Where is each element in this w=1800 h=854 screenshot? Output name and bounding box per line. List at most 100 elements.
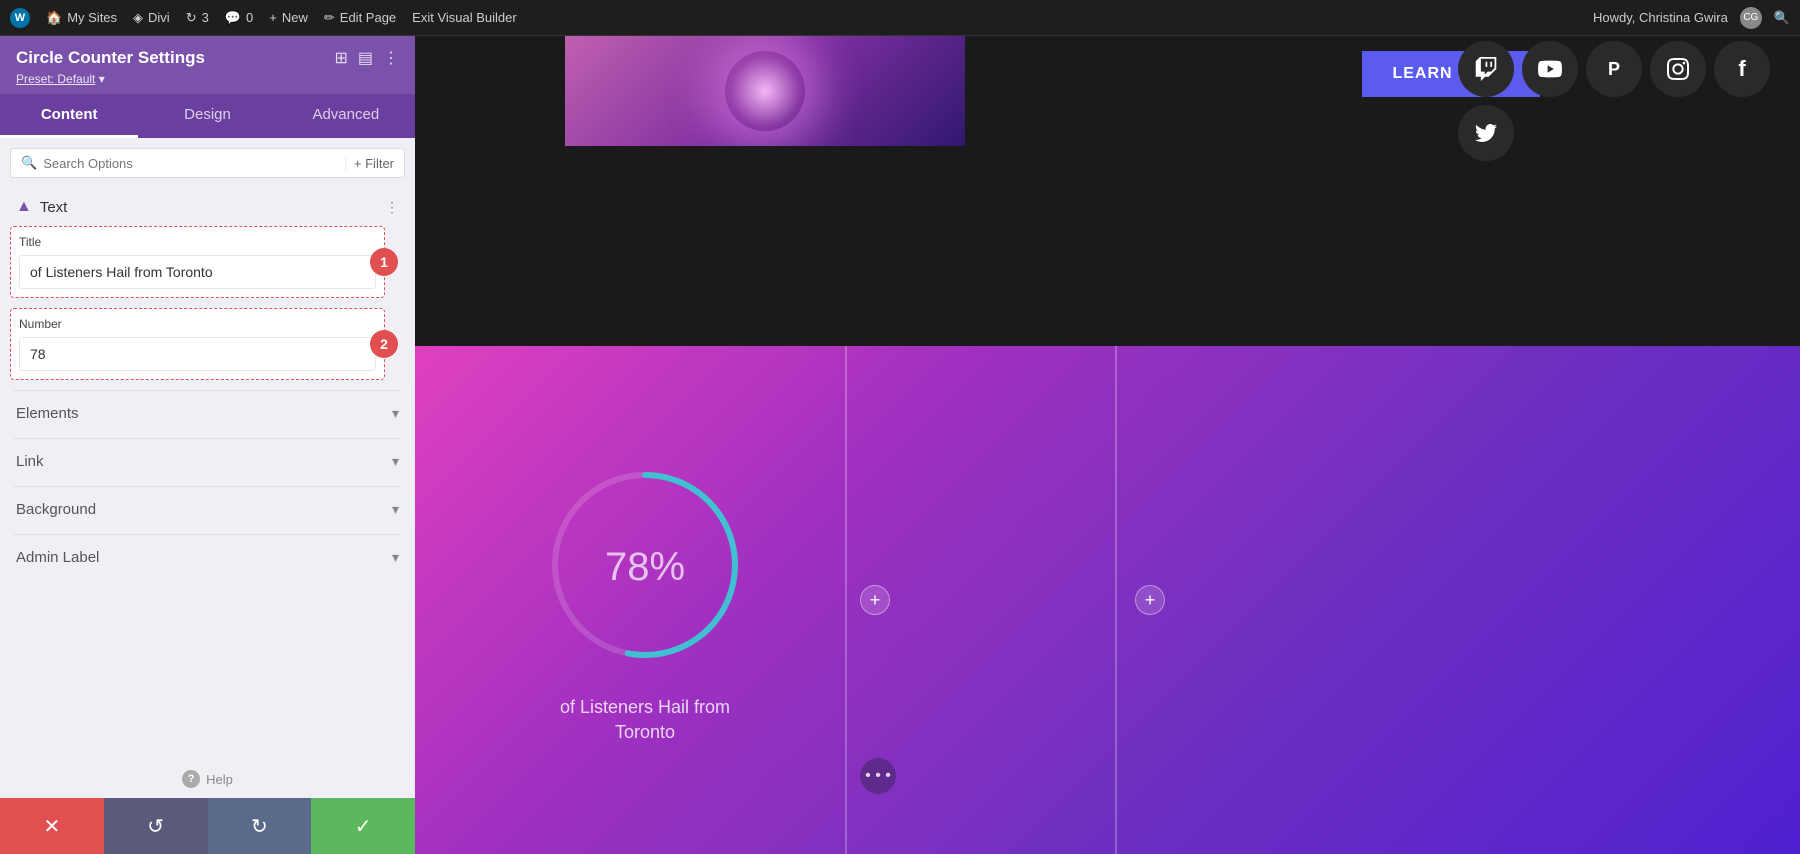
admin-bar-exit-builder[interactable]: Exit Visual Builder [412,10,517,25]
updates-icon: ↻ [186,10,197,26]
search-bar: 🔍 + Filter [10,148,405,178]
wp-logo[interactable]: W [10,8,30,28]
save-button[interactable]: ✓ [311,798,415,854]
admin-bar-comments[interactable]: 💬 0 [225,10,253,26]
search-icon: 🔍 [21,155,37,171]
chevron-down-background-icon: ▾ [392,501,399,518]
section-background-header[interactable]: Background ▾ [10,487,405,532]
filter-button[interactable]: + Filter [345,156,394,171]
admin-bar-new[interactable]: + New [269,10,308,25]
chevron-down-elements-icon: ▾ [392,405,399,422]
admin-bar-mysites[interactable]: 🏠 My Sites [46,10,117,26]
section-text-title: Text [40,199,68,216]
section-background: Background ▾ [10,487,405,532]
column-divider-2 [1115,346,1117,854]
panel-icon-2[interactable]: ▤ [358,48,373,68]
help-label: Help [206,772,233,787]
comments-icon: 💬 [225,10,241,26]
panel-tabs: Content Design Advanced [0,94,415,138]
section-link-title: Link [16,453,44,470]
section-elements: Elements ▾ [10,391,405,436]
home-icon: 🏠 [46,10,62,26]
panel-icon-1[interactable]: ⊞ [334,48,347,68]
social-row-2 [1458,105,1770,161]
top-content-area: LEARN MORE P f [415,36,1800,346]
title-field-label: Title [19,235,376,249]
admin-search-icon[interactable]: 🔍 [1774,10,1790,26]
redo-button[interactable]: ↻ [208,798,312,854]
tab-content[interactable]: Content [0,94,138,138]
panel-header: Circle Counter Settings ⊞ ▤ ⋮ Preset: De… [0,36,415,94]
divi-icon: ◈ [133,10,143,26]
admin-bar-right: Howdy, Christina Gwira CG 🔍 [1593,7,1790,29]
plus-icon: + [269,10,277,25]
main-layout: Circle Counter Settings ⊞ ▤ ⋮ Preset: De… [0,36,1800,854]
cancel-icon: ✕ [43,814,60,839]
circle-chart: 78% [535,455,755,675]
panel-preset[interactable]: Preset: Default ▾ [16,72,399,86]
chevron-down-link-icon: ▾ [392,453,399,470]
undo-button[interactable]: ↺ [104,798,208,854]
section-link-header[interactable]: Link ▾ [10,439,405,484]
admin-bar-edit-page[interactable]: ✏ Edit Page [324,10,396,26]
number-input[interactable] [19,337,376,371]
panel-header-icons: ⊞ ▤ ⋮ [334,48,399,68]
facebook-icon[interactable]: f [1714,41,1770,97]
panel-content: ▲ Text ⋮ Title 1 Number 2 [0,188,415,760]
bottom-purple-section: 78% of Listeners Hail from Toronto + + •… [415,346,1800,854]
column-divider-1 [845,346,847,854]
badge-1: 1 [370,248,398,276]
help-bar[interactable]: ? Help [0,760,415,798]
help-icon: ? [182,770,200,788]
section-text-header[interactable]: ▲ Text ⋮ [10,188,405,226]
section-text-menu-icon[interactable]: ⋮ [385,199,399,216]
section-menu-button[interactable]: • • • [860,758,896,794]
circle-counter-widget: 78% of Listeners Hail from Toronto [535,455,755,745]
youtube-icon[interactable] [1522,41,1578,97]
number-field-group: Number 2 [10,308,385,380]
panel-icon-3[interactable]: ⋮ [383,48,399,68]
user-avatar[interactable]: CG [1740,7,1762,29]
section-elements-header[interactable]: Elements ▾ [10,391,405,436]
redo-icon: ↻ [251,814,268,839]
patreon-icon[interactable]: P [1586,41,1642,97]
section-text: ▲ Text ⋮ Title 1 Number 2 [10,188,405,380]
admin-bar-updates[interactable]: ↻ 3 [186,10,209,26]
undo-icon: ↺ [147,814,164,839]
section-text-header-left: ▲ Text [16,198,67,216]
section-link: Link ▾ [10,439,405,484]
section-admin-label-title: Admin Label [16,549,99,566]
title-field-group: Title 1 [10,226,385,298]
badge-2: 2 [370,330,398,358]
panel-title: Circle Counter Settings [16,48,205,68]
tab-design[interactable]: Design [138,94,276,138]
page-preview: LEARN MORE P f [415,36,1800,854]
number-field-label: Number [19,317,376,331]
social-row-1: P f [1458,41,1770,97]
collapse-text-icon[interactable]: ▲ [16,198,32,216]
add-column-button-1[interactable]: + [860,585,890,615]
svg-text:78%: 78% [605,545,685,589]
section-admin-label: Admin Label ▾ [10,535,405,580]
wp-admin-bar: W 🏠 My Sites ◈ Divi ↻ 3 💬 0 + New ✏ Edit… [0,0,1800,36]
social-icons-group: P f [1458,41,1770,161]
section-admin-label-header[interactable]: Admin Label ▾ [10,535,405,580]
cancel-button[interactable]: ✕ [0,798,104,854]
title-input[interactable] [19,255,376,289]
hero-image [565,36,965,146]
circle-counter-label: of Listeners Hail from Toronto [560,695,730,745]
save-icon: ✓ [355,814,372,839]
admin-user-label: Howdy, Christina Gwira [1593,10,1728,25]
section-elements-title: Elements [16,405,79,422]
bottom-toolbar: ✕ ↺ ↻ ✓ [0,798,415,854]
add-column-button-2[interactable]: + [1135,585,1165,615]
admin-bar-divi[interactable]: ◈ Divi [133,10,170,26]
edit-icon: ✏ [324,10,335,26]
section-text-header-right: ⋮ [385,199,399,216]
twitch-icon[interactable] [1458,41,1514,97]
tab-advanced[interactable]: Advanced [277,94,415,138]
image-glow [725,51,805,131]
instagram-icon[interactable] [1650,41,1706,97]
twitter-icon[interactable] [1458,105,1514,161]
search-input[interactable] [43,156,339,171]
